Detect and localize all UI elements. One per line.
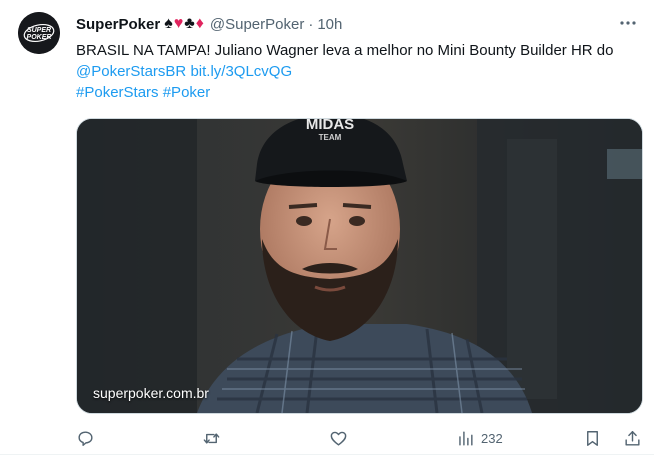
retweet-icon	[203, 432, 220, 444]
more-options-button[interactable]	[616, 12, 640, 34]
spade-icon: ♠	[164, 15, 173, 32]
heart-icon	[330, 431, 347, 446]
user-handle[interactable]: @SuperPoker	[210, 16, 304, 33]
reply-button[interactable]	[76, 426, 95, 450]
bookmark-icon	[587, 430, 598, 446]
retweet-button[interactable]	[202, 426, 221, 450]
analytics-icon	[459, 430, 473, 446]
superpoker-logo: SUPER POKER	[18, 12, 60, 54]
heart-suit-icon: ♥	[173, 15, 184, 32]
share-button[interactable]	[623, 426, 642, 450]
suit-emojis: ♠ ♥ ♣ ♦	[164, 16, 204, 32]
svg-text:MIDAS: MIDAS	[306, 119, 354, 133]
tweet[interactable]: SUPER POKER SuperPoker ♠ ♥ ♣ ♦ @SuperPok…	[0, 0, 654, 455]
svg-text:SUPER: SUPER	[27, 27, 51, 34]
bookmark-button[interactable]	[583, 426, 602, 450]
media-source-label: superpoker.com.br	[93, 385, 209, 401]
player-photo: MIDAS TEAM	[77, 119, 642, 413]
tweet-header: SuperPoker ♠ ♥ ♣ ♦ @SuperPoker · 10h	[76, 13, 634, 35]
views-button[interactable]: 232	[456, 426, 503, 450]
timestamp[interactable]: 10h	[317, 16, 342, 33]
avatar[interactable]: SUPER POKER	[18, 12, 60, 54]
hashtag-pokerstars[interactable]: #PokerStars	[76, 84, 159, 101]
club-icon: ♣	[184, 15, 195, 32]
like-button[interactable]	[329, 426, 348, 450]
tweet-text: BRASIL NA TAMPA! Juliano Wagner leva a m…	[76, 40, 636, 103]
share-icon	[625, 430, 640, 446]
reply-icon	[78, 430, 93, 446]
views-count: 232	[481, 430, 503, 446]
display-name[interactable]: SuperPoker	[76, 16, 160, 33]
svg-text:POKER: POKER	[27, 34, 52, 41]
ellipsis-icon	[620, 21, 636, 25]
url-link[interactable]: bit.ly/3QLcvQG	[190, 63, 292, 80]
tweet-media-image[interactable]: MIDAS TEAM superpoker.com.br	[76, 118, 643, 414]
hashtag-poker[interactable]: #Poker	[163, 84, 211, 101]
tweet-actions-bar: 232	[76, 426, 646, 450]
separator-dot: ·	[308, 15, 314, 33]
svg-text:TEAM: TEAM	[319, 133, 342, 142]
diamond-icon: ♦	[195, 15, 204, 32]
tweet-body: BRASIL NA TAMPA! Juliano Wagner leva a m…	[76, 42, 614, 59]
mention-link[interactable]: @PokerStarsBR	[76, 63, 186, 80]
